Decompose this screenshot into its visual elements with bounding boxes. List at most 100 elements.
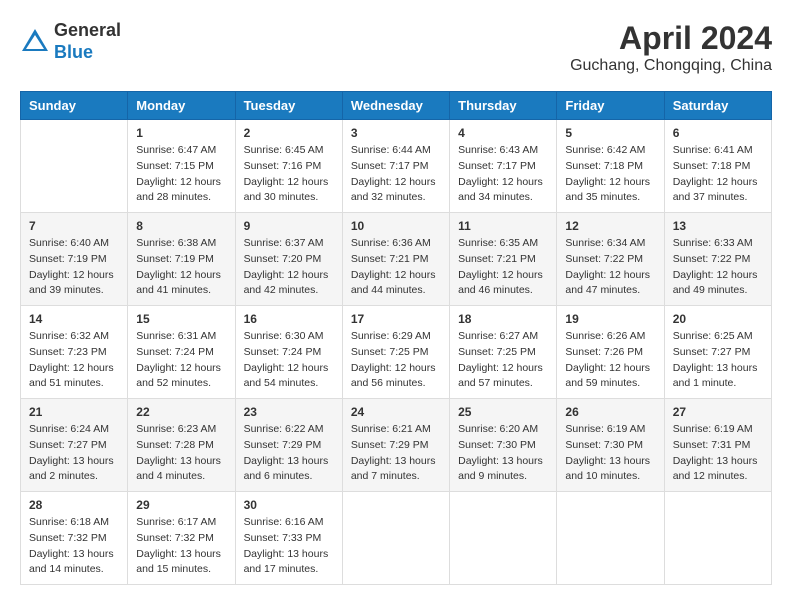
day-info: Sunrise: 6:44 AMSunset: 7:17 PMDaylight:… [351,143,441,206]
title-block: April 2024 Guchang, Chongqing, China [570,20,772,75]
day-info: Sunrise: 6:34 AMSunset: 7:22 PMDaylight:… [565,236,655,299]
day-number: 11 [458,219,548,233]
calendar-cell: 25Sunrise: 6:20 AMSunset: 7:30 PMDayligh… [450,399,557,492]
day-number: 3 [351,126,441,140]
calendar-cell: 15Sunrise: 6:31 AMSunset: 7:24 PMDayligh… [128,306,235,399]
day-info: Sunrise: 6:19 AMSunset: 7:30 PMDaylight:… [565,422,655,485]
day-number: 5 [565,126,655,140]
calendar-cell: 27 Sunrise: 6:19 AMSunset: 7:31 PMDayligh… [664,399,771,492]
calendar-week-row: 21 Sunrise: 6:24 AMSunset: 7:27 PMDayligh… [21,399,772,492]
day-info: Sunrise: 6:20 AMSunset: 7:30 PMDaylight:… [458,422,548,485]
day-number: 15 [136,312,226,326]
calendar-cell [342,492,449,585]
location: Guchang, Chongqing, China [570,57,772,75]
day-info: Sunrise: 6:18 AMSunset: 7:32 PMDaylight:… [29,515,119,578]
day-number: 6 [673,126,763,140]
day-info: Sunrise: 6:23 AMSunset: 7:28 PMDaylight:… [136,422,226,485]
calendar-header-wednesday: Wednesday [342,92,449,120]
day-info: Sunrise: 6:36 AMSunset: 7:21 PMDaylight:… [351,236,441,299]
logo-general: General [54,20,121,42]
calendar-cell: 12 Sunrise: 6:34 AMSunset: 7:22 PMDayligh… [557,213,664,306]
day-number: 8 [136,219,226,233]
day-info: Sunrise: 6:33 AMSunset: 7:22 PMDaylight:… [673,236,763,299]
day-info: Sunrise: 6:32 AMSunset: 7:23 PMDaylight:… [29,329,119,392]
calendar-table: SundayMondayTuesdayWednesdayThursdayFrid… [20,91,772,585]
day-info: Sunrise: 6:45 AMSunset: 7:16 PMDaylight:… [244,143,334,206]
day-number: 24 [351,405,441,419]
calendar-cell: 22 Sunrise: 6:23 AMSunset: 7:28 PMDayligh… [128,399,235,492]
day-number: 27 [673,405,763,419]
day-number: 29 [136,498,226,512]
day-number: 7 [29,219,119,233]
calendar-cell [557,492,664,585]
day-number: 19 [565,312,655,326]
day-info: Sunrise: 6:22 AMSunset: 7:29 PMDaylight:… [244,422,334,485]
day-info: Sunrise: 6:41 AMSunset: 7:18 PMDaylight:… [673,143,763,206]
day-number: 23 [244,405,334,419]
day-number: 13 [673,219,763,233]
calendar-cell: 28 Sunrise: 6:18 AMSunset: 7:32 PMDayligh… [21,492,128,585]
calendar-week-row: 7 Sunrise: 6:40 AMSunset: 7:19 PMDaylight… [21,213,772,306]
day-info: Sunrise: 6:40 AMSunset: 7:19 PMDaylight:… [29,236,119,299]
page-header: General Blue April 2024 Guchang, Chongqi… [20,20,772,75]
day-info: Sunrise: 6:19 AMSunset: 7:31 PMDaylight:… [673,422,763,485]
calendar-header-row: SundayMondayTuesdayWednesdayThursdayFrid… [21,92,772,120]
day-number: 14 [29,312,119,326]
day-number: 28 [29,498,119,512]
calendar-header-sunday: Sunday [21,92,128,120]
day-info: Sunrise: 6:29 AMSunset: 7:25 PMDaylight:… [351,329,441,392]
calendar-cell: 24 Sunrise: 6:21 AMSunset: 7:29 PMDayligh… [342,399,449,492]
calendar-cell: 16 Sunrise: 6:30 AMSunset: 7:24 PMDayligh… [235,306,342,399]
calendar-week-row: 14 Sunrise: 6:32 AMSunset: 7:23 PMDayligh… [21,306,772,399]
calendar-week-row: 1 Sunrise: 6:47 AMSunset: 7:15 PMDaylight… [21,120,772,213]
calendar-cell: 19Sunrise: 6:26 AMSunset: 7:26 PMDayligh… [557,306,664,399]
calendar-header-friday: Friday [557,92,664,120]
day-info: Sunrise: 6:24 AMSunset: 7:27 PMDaylight:… [29,422,119,485]
day-number: 30 [244,498,334,512]
calendar-cell: 6 Sunrise: 6:41 AMSunset: 7:18 PMDaylight… [664,120,771,213]
calendar-cell: 2 Sunrise: 6:45 AMSunset: 7:16 PMDaylight… [235,120,342,213]
calendar-cell: 13 Sunrise: 6:33 AMSunset: 7:22 PMDayligh… [664,213,771,306]
day-number: 1 [136,126,226,140]
day-info: Sunrise: 6:27 AMSunset: 7:25 PMDaylight:… [458,329,548,392]
calendar-cell: 4Sunrise: 6:43 AMSunset: 7:17 PMDaylight… [450,120,557,213]
logo: General Blue [20,20,121,63]
day-info: Sunrise: 6:42 AMSunset: 7:18 PMDaylight:… [565,143,655,206]
calendar-cell: 11 Sunrise: 6:35 AMSunset: 7:21 PMDayligh… [450,213,557,306]
logo-blue: Blue [54,42,121,64]
calendar-cell: 21 Sunrise: 6:24 AMSunset: 7:27 PMDayligh… [21,399,128,492]
day-info: Sunrise: 6:43 AMSunset: 7:17 PMDaylight:… [458,143,548,206]
day-info: Sunrise: 6:17 AMSunset: 7:32 PMDaylight:… [136,515,226,578]
day-info: Sunrise: 6:35 AMSunset: 7:21 PMDaylight:… [458,236,548,299]
calendar-cell: 9Sunrise: 6:37 AMSunset: 7:20 PMDaylight… [235,213,342,306]
calendar-cell: 29 Sunrise: 6:17 AMSunset: 7:32 PMDayligh… [128,492,235,585]
calendar-cell [450,492,557,585]
calendar-cell: 10 Sunrise: 6:36 AMSunset: 7:21 PMDayligh… [342,213,449,306]
calendar-cell: 23 Sunrise: 6:22 AMSunset: 7:29 PMDayligh… [235,399,342,492]
day-number: 18 [458,312,548,326]
calendar-cell: 17Sunrise: 6:29 AMSunset: 7:25 PMDayligh… [342,306,449,399]
calendar-week-row: 28 Sunrise: 6:18 AMSunset: 7:32 PMDayligh… [21,492,772,585]
day-info: Sunrise: 6:16 AMSunset: 7:33 PMDaylight:… [244,515,334,578]
day-info: Sunrise: 6:21 AMSunset: 7:29 PMDaylight:… [351,422,441,485]
logo-icon [20,27,50,57]
day-number: 22 [136,405,226,419]
day-number: 10 [351,219,441,233]
calendar-cell [21,120,128,213]
calendar-cell: 20Sunrise: 6:25 AMSunset: 7:27 PMDayligh… [664,306,771,399]
calendar-cell: 8Sunrise: 6:38 AMSunset: 7:19 PMDaylight… [128,213,235,306]
logo-text: General Blue [54,20,121,63]
day-number: 2 [244,126,334,140]
day-number: 16 [244,312,334,326]
calendar-cell: 1 Sunrise: 6:47 AMSunset: 7:15 PMDaylight… [128,120,235,213]
day-number: 20 [673,312,763,326]
calendar-cell: 26Sunrise: 6:19 AMSunset: 7:30 PMDayligh… [557,399,664,492]
day-number: 9 [244,219,334,233]
calendar-cell: 30 Sunrise: 6:16 AMSunset: 7:33 PMDayligh… [235,492,342,585]
day-number: 12 [565,219,655,233]
calendar-header-saturday: Saturday [664,92,771,120]
calendar-header-monday: Monday [128,92,235,120]
day-info: Sunrise: 6:47 AMSunset: 7:15 PMDaylight:… [136,143,226,206]
day-number: 21 [29,405,119,419]
day-info: Sunrise: 6:30 AMSunset: 7:24 PMDaylight:… [244,329,334,392]
